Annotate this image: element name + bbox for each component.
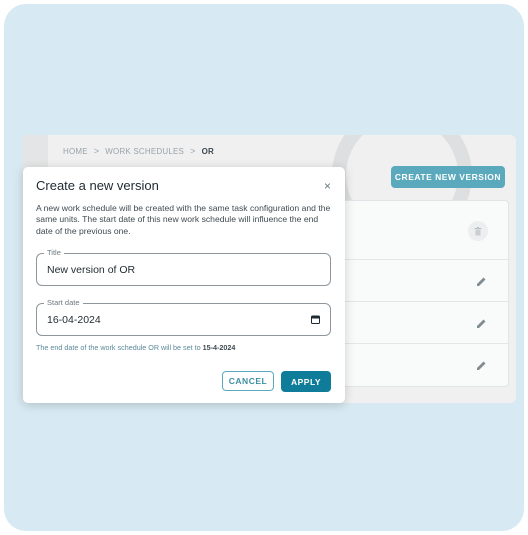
- end-date-hint-date: 15-4-2024: [202, 343, 236, 352]
- table-row: [342, 201, 508, 259]
- chevron-right-icon: >: [93, 146, 100, 156]
- edit-button[interactable]: [474, 316, 488, 330]
- start-date-field-label: Start date: [44, 298, 83, 307]
- pencil-icon: [476, 361, 485, 370]
- delete-button[interactable]: [468, 221, 488, 241]
- end-date-hint: The end date of the work schedule OR wil…: [36, 343, 235, 352]
- versions-table: [341, 200, 509, 387]
- table-row: [342, 259, 508, 302]
- title-input[interactable]: New version of OR: [47, 264, 135, 276]
- breadcrumb-home[interactable]: HOME: [63, 147, 88, 156]
- close-icon[interactable]: ×: [324, 179, 331, 193]
- dialog-description: A new work schedule will be created with…: [36, 203, 331, 236]
- trash-icon: [474, 226, 482, 235]
- apply-button[interactable]: APPLY: [281, 371, 331, 392]
- breadcrumb-work-schedules[interactable]: WORK SCHEDULES: [105, 147, 184, 156]
- pencil-icon: [476, 277, 485, 286]
- start-date-field[interactable]: Start date 16-04-2024: [36, 298, 331, 336]
- title-field[interactable]: Title New version of OR: [36, 248, 331, 286]
- breadcrumb-current: OR: [201, 146, 214, 156]
- breadcrumb: HOME > WORK SCHEDULES > OR: [63, 146, 214, 156]
- end-date-hint-text: The end date of the work schedule OR wil…: [36, 343, 201, 352]
- edit-button[interactable]: [474, 358, 488, 372]
- pencil-icon: [476, 319, 485, 328]
- start-date-input[interactable]: 16-04-2024: [47, 314, 101, 326]
- table-row: [342, 343, 508, 386]
- cancel-button[interactable]: CANCEL: [222, 371, 274, 391]
- calendar-icon[interactable]: [311, 315, 320, 324]
- title-field-label: Title: [44, 248, 64, 257]
- chevron-right-icon: >: [190, 146, 196, 156]
- create-version-dialog: Create a new version × A new work schedu…: [23, 167, 345, 403]
- table-row: [342, 301, 508, 344]
- create-new-version-button[interactable]: CREATE NEW VERSION: [391, 166, 505, 188]
- dialog-title: Create a new version: [36, 178, 159, 193]
- edit-button[interactable]: [474, 274, 488, 288]
